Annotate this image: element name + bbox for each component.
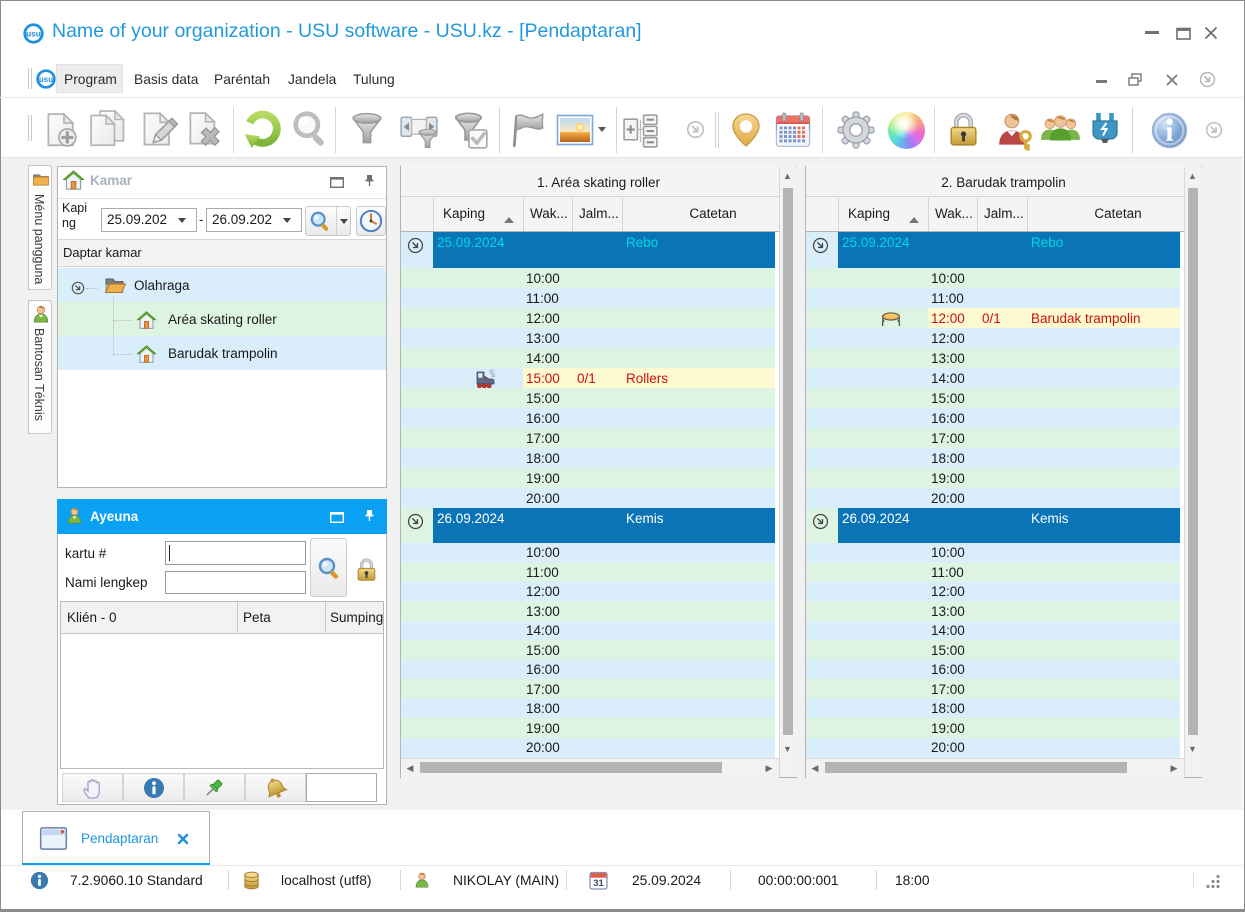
svg-text:31: 31 [593, 878, 604, 889]
svg-text:usu: usu [39, 75, 53, 84]
svg-text:usu: usu [26, 29, 41, 39]
